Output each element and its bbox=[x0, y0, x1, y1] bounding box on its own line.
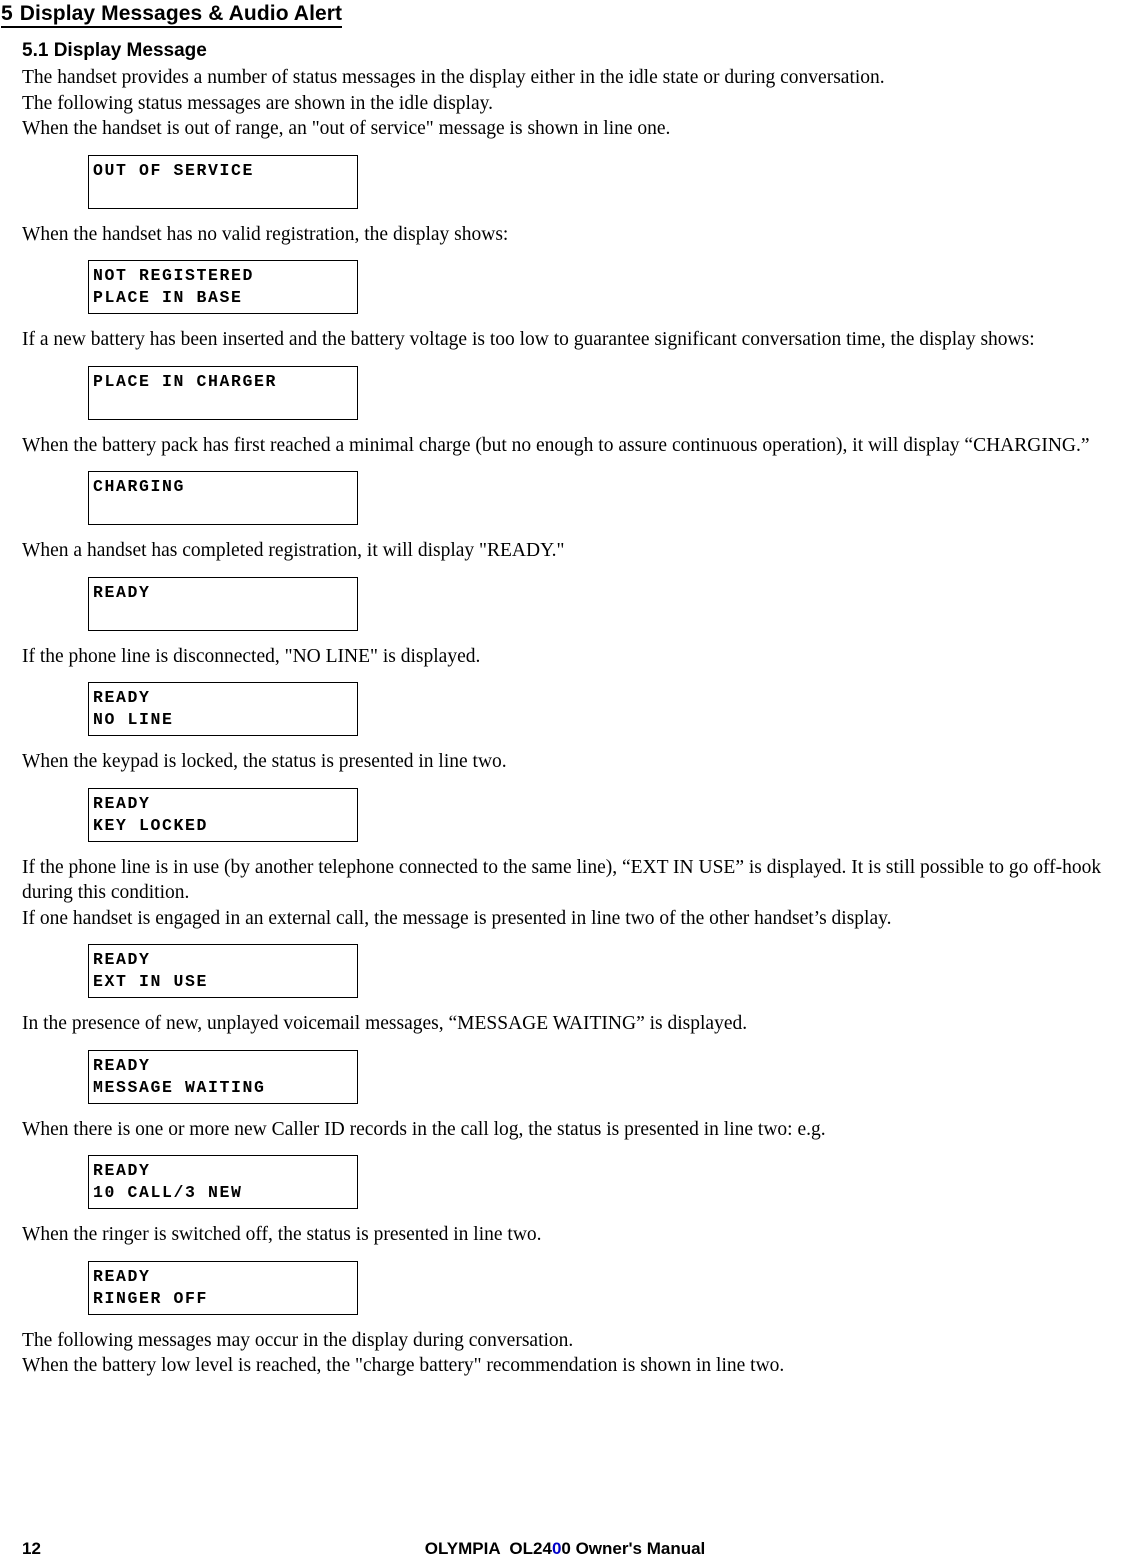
lcd-display-out-of-service: OUT OF SERVICE bbox=[88, 154, 358, 209]
lcd-line-2 bbox=[93, 498, 357, 520]
lcd-line-1: READY bbox=[93, 688, 151, 707]
lcd-line-1: CHARGING bbox=[93, 477, 186, 496]
lcd-line-2: NO LINE bbox=[93, 710, 174, 729]
lcd-line-2: MESSAGE WAITING bbox=[93, 1077, 266, 1097]
lcd-display-ready: READY bbox=[88, 576, 358, 631]
paragraph-7: When a handset has completed registratio… bbox=[22, 540, 565, 561]
lcd-line-1: OUT OF SERVICE bbox=[93, 160, 255, 180]
page-title: 5 Display Messages & Audio Alert bbox=[1, 0, 343, 28]
section-heading-wrapper: 5 Display Messages & Audio Alert bbox=[0, 0, 1130, 28]
lcd-line-1: PLACE IN CHARGER bbox=[93, 371, 278, 391]
lcd-line-2 bbox=[93, 182, 357, 204]
lcd-display-charging: CHARGING bbox=[88, 471, 358, 525]
paragraph-11: If one handset is engaged in an external… bbox=[22, 907, 892, 929]
paragraph-5: If a new battery has been inserted and t… bbox=[22, 329, 1035, 350]
footer-manual-title: OLYMPIA OL2400 Owner's Manual bbox=[0, 1538, 1130, 1560]
page-footer: 12 OLYMPIA OL2400 Owner's Manual bbox=[0, 1538, 1130, 1562]
lcd-line-1: NOT REGISTERED bbox=[93, 266, 255, 285]
lcd-display-ext-in-use: READY EXT IN USE bbox=[88, 944, 358, 998]
section-title-text: Display Messages & Audio Alert bbox=[19, 2, 343, 25]
lcd-line-1: READY bbox=[93, 1055, 151, 1075]
footer-manual-suffix: 0 Owner's Manual bbox=[561, 1539, 706, 1558]
lcd-line-1: READY bbox=[93, 950, 151, 969]
lcd-line-1: READY bbox=[93, 793, 151, 813]
paragraph-1: The handset provides a number of status … bbox=[22, 67, 885, 88]
lcd-display-ringer-off: READY RINGER OFF bbox=[88, 1260, 358, 1315]
paragraph-15: The following messages may occur in the … bbox=[22, 1329, 574, 1351]
lcd-line-2: 10 CALL/3 NEW bbox=[93, 1183, 243, 1202]
lcd-line-2: RINGER OFF bbox=[93, 1288, 209, 1308]
lcd-display-key-locked: READY KEY LOCKED bbox=[88, 787, 358, 842]
paragraph-3: When the handset is out of range, an "ou… bbox=[22, 118, 671, 139]
lcd-line-1: READY bbox=[93, 1161, 151, 1180]
paragraph-14: When the ringer is switched off, the sta… bbox=[22, 1224, 542, 1245]
lcd-line-2 bbox=[93, 393, 357, 415]
document-page: 5 Display Messages & Audio Alert 5.1 Disp… bbox=[0, 0, 1130, 1564]
footer-manual-prefix: OLYMPIA OL24 bbox=[424, 1539, 552, 1558]
paragraph-13: When there is one or more new Caller ID … bbox=[22, 1118, 826, 1140]
paragraph-4: When the handset has no valid registrati… bbox=[22, 223, 509, 245]
paragraph-6: When the battery pack has first reached … bbox=[22, 434, 1090, 456]
paragraph-8: If the phone line is disconnected, "NO L… bbox=[22, 645, 481, 667]
lcd-display-place-in-charger: PLACE IN CHARGER bbox=[88, 365, 358, 420]
lcd-display-not-registered: NOT REGISTERED PLACE IN BASE bbox=[88, 260, 358, 314]
lcd-display-no-line: READY NO LINE bbox=[88, 682, 358, 736]
lcd-display-call-log: READY 10 CALL/3 NEW bbox=[88, 1155, 358, 1209]
lcd-line-2: EXT IN USE bbox=[93, 972, 209, 991]
lcd-line-1: READY bbox=[93, 1266, 151, 1286]
lcd-line-2 bbox=[93, 604, 357, 626]
paragraph-2: The following status messages are shown … bbox=[22, 92, 493, 114]
lcd-line-1: READY bbox=[93, 582, 151, 602]
lcd-display-message-waiting: READY MESSAGE WAITING bbox=[88, 1049, 358, 1104]
paragraph-16: When the battery low level is reached, t… bbox=[22, 1355, 785, 1376]
subsection-heading: 5.1 Display Message bbox=[22, 40, 207, 61]
lcd-line-2: PLACE IN BASE bbox=[93, 288, 243, 307]
paragraph-9: When the keypad is locked, the status is… bbox=[22, 751, 507, 772]
section-number: 5 bbox=[1, 2, 13, 25]
lcd-line-2: KEY LOCKED bbox=[93, 815, 209, 835]
paragraph-10: If the phone line is in use (by another … bbox=[22, 856, 1102, 904]
paragraph-12: In the presence of new, unplayed voicema… bbox=[22, 1013, 748, 1034]
footer-manual-blue-digit: 0 bbox=[551, 1539, 562, 1558]
